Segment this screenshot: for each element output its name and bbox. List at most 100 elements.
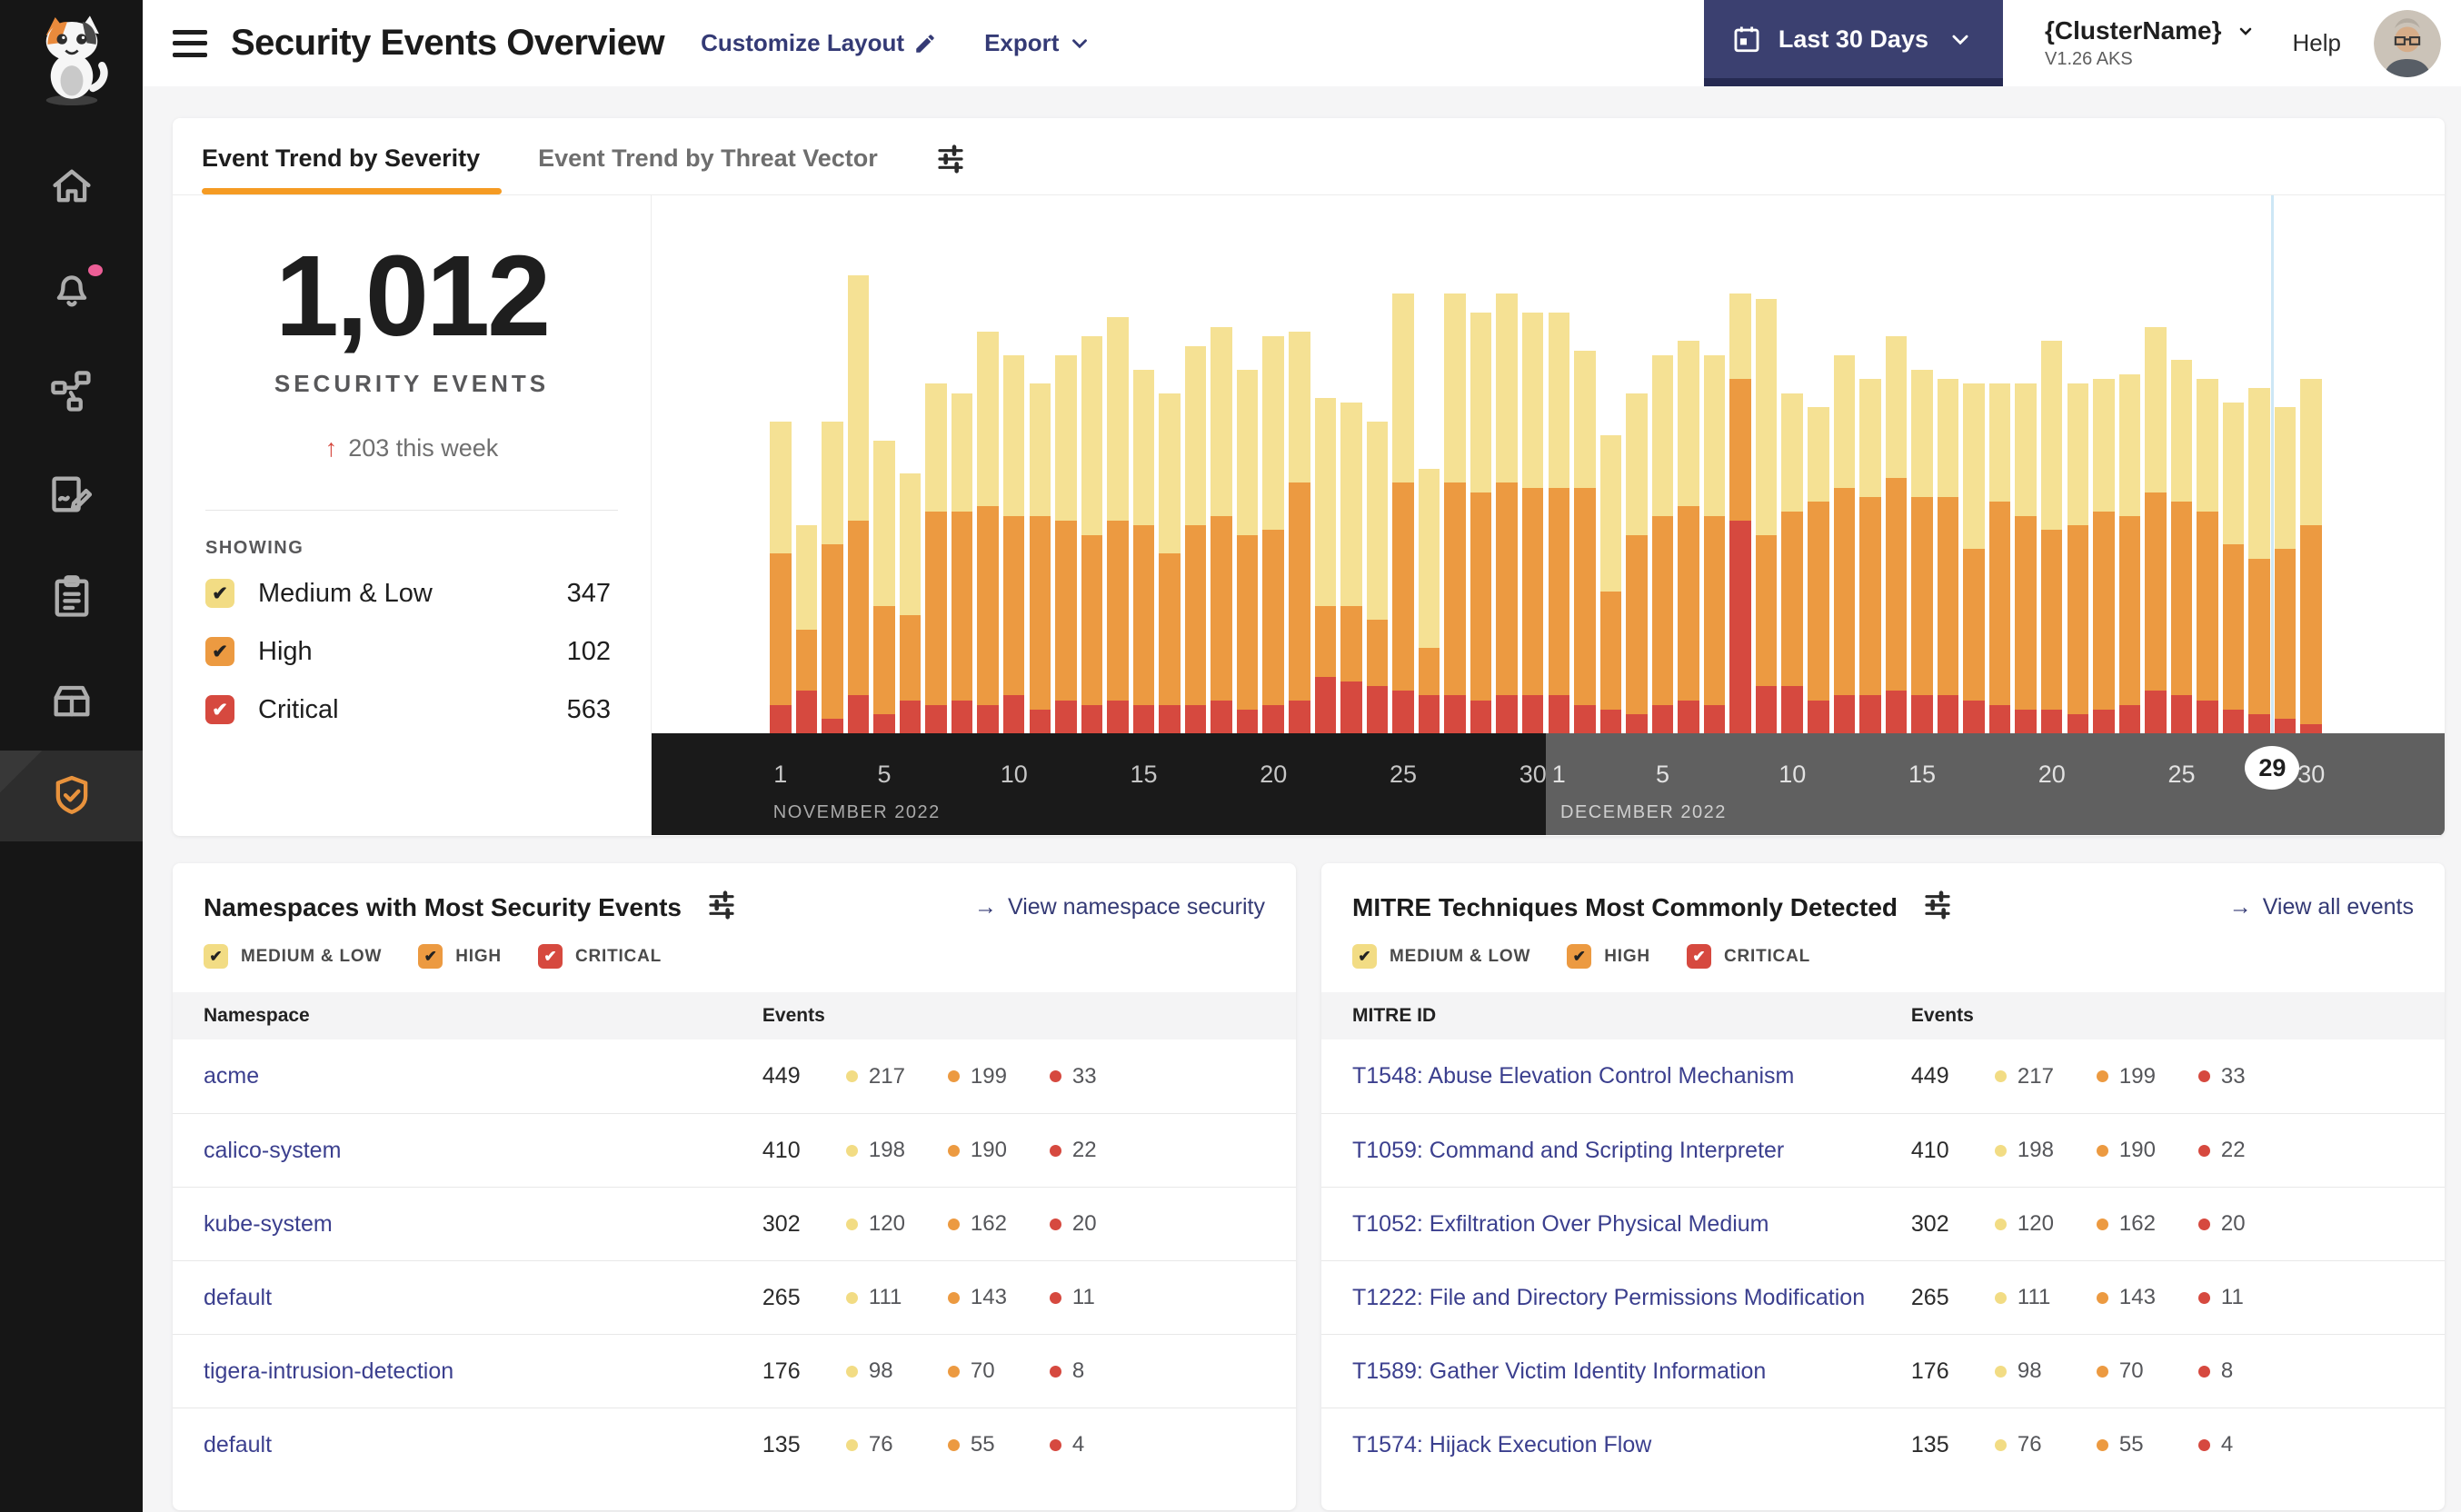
chart-bar[interactable] <box>1574 350 1596 733</box>
severity-checkbox[interactable]: ✔ <box>1352 944 1377 969</box>
chart-bar[interactable] <box>2222 403 2245 733</box>
chart-bar[interactable] <box>1729 293 1751 733</box>
chart-bar[interactable] <box>925 383 947 733</box>
chart-bar[interactable] <box>1963 383 1985 733</box>
sidebar-item-alerts[interactable] <box>0 237 143 340</box>
chart-bar[interactable] <box>1159 393 1181 733</box>
severity-checkbox[interactable]: ✔ <box>418 944 443 969</box>
chart-bar[interactable] <box>1626 393 1648 733</box>
chart-bar[interactable] <box>2170 360 2193 733</box>
sidebar-item-compliance[interactable] <box>0 545 143 648</box>
severity-checkbox[interactable]: ✔ <box>1686 944 1711 969</box>
chart-bar[interactable] <box>1392 293 1414 733</box>
severity-chip[interactable]: ✔ CRITICAL <box>537 944 662 969</box>
chart-bar[interactable] <box>1496 293 1518 733</box>
chart-bar[interactable] <box>899 473 922 733</box>
chart-bar[interactable] <box>1184 345 1207 733</box>
chart-bar[interactable] <box>1262 336 1284 733</box>
chart-bar[interactable] <box>1859 379 1881 733</box>
sidebar-item-policies[interactable] <box>0 443 143 545</box>
severity-checkbox[interactable]: ✔ <box>205 695 234 724</box>
view-namespace-security-link[interactable]: → View namespace security <box>974 894 1265 920</box>
row-link[interactable]: acme <box>173 1063 762 1089</box>
severity-chip[interactable]: ✔ HIGH <box>1567 944 1650 969</box>
row-link[interactable]: T1222: File and Directory Permissions Mo… <box>1321 1285 1911 1311</box>
severity-checkbox[interactable]: ✔ <box>205 579 234 608</box>
help-link[interactable]: Help <box>2293 29 2341 57</box>
chart-bar[interactable] <box>873 440 895 733</box>
chart-bar[interactable] <box>1029 383 1051 733</box>
sidebar-item-security-events[interactable] <box>0 751 143 841</box>
severity-chip[interactable]: ✔ CRITICAL <box>1686 944 1810 969</box>
row-link[interactable]: T1059: Command and Scripting Interpreter <box>1321 1138 1911 1164</box>
severity-checkbox[interactable]: ✔ <box>204 944 228 969</box>
chart-bar[interactable] <box>1314 397 1337 733</box>
chart-bar[interactable] <box>1755 298 1778 733</box>
chart-bar[interactable] <box>847 274 870 733</box>
chart-bar[interactable] <box>2067 383 2089 733</box>
chart-bar[interactable] <box>1808 407 1829 733</box>
cluster-selector[interactable]: {ClusterName} V1.26 AKS <box>2045 16 2257 70</box>
chart-bar[interactable] <box>822 421 843 733</box>
chart-bar[interactable] <box>977 332 999 733</box>
filter-sliders-icon[interactable] <box>707 890 736 924</box>
chart-bar[interactable] <box>2118 373 2141 733</box>
chart-bar[interactable] <box>1366 421 1389 733</box>
chart-bar[interactable] <box>1211 326 1232 733</box>
tab-event-trend-by-threat-vector[interactable]: Event Trend by Threat Vector <box>538 144 878 194</box>
view-all-events-link[interactable]: → View all events <box>2229 894 2414 920</box>
chart-bar[interactable] <box>1236 369 1259 733</box>
row-link[interactable]: tigera-intrusion-detection <box>173 1358 762 1385</box>
chart-bar[interactable] <box>1470 313 1492 733</box>
chart-bar[interactable] <box>1081 336 1103 733</box>
chart-bar[interactable] <box>1911 369 1933 733</box>
row-link[interactable]: T1052: Exfiltration Over Physical Medium <box>1321 1211 1911 1238</box>
row-link[interactable]: T1574: Hijack Execution Flow <box>1321 1432 1911 1458</box>
tab-event-trend-by-severity[interactable]: Event Trend by Severity <box>202 144 503 194</box>
chart-bar[interactable] <box>795 525 818 733</box>
chart-bar[interactable] <box>1055 355 1077 733</box>
severity-chip[interactable]: ✔ MEDIUM & LOW <box>204 944 382 969</box>
hamburger-menu-icon[interactable] <box>173 29 207 57</box>
chart-bar[interactable] <box>1289 332 1310 733</box>
severity-chip[interactable]: ✔ MEDIUM & LOW <box>1352 944 1530 969</box>
chart-bar[interactable] <box>1599 435 1622 733</box>
chart-bar[interactable] <box>1548 313 1570 733</box>
chart-bar[interactable] <box>1132 369 1155 733</box>
chart-bar[interactable] <box>2300 379 2322 733</box>
chart-bar[interactable] <box>2274 407 2297 733</box>
chart-bar[interactable] <box>1833 355 1856 733</box>
sidebar-item-catalog[interactable] <box>0 648 143 751</box>
chart-bar[interactable] <box>951 393 973 733</box>
chart-bar[interactable] <box>1002 355 1025 733</box>
customize-layout-button[interactable]: Customize Layout <box>701 29 937 57</box>
row-link[interactable]: T1589: Gather Victim Identity Informatio… <box>1321 1358 1911 1385</box>
trend-filter-sliders-icon[interactable] <box>936 144 965 178</box>
row-link[interactable]: kube-system <box>173 1211 762 1238</box>
chart-bar[interactable] <box>2015 383 2037 733</box>
chart-bar[interactable] <box>1937 379 1959 733</box>
severity-checkbox[interactable]: ✔ <box>205 637 234 666</box>
chart-bar[interactable] <box>1885 336 1908 733</box>
filter-sliders-icon[interactable] <box>1923 890 1952 924</box>
row-link[interactable]: default <box>173 1432 762 1458</box>
chart-bar[interactable] <box>1107 317 1129 733</box>
chart-bar[interactable] <box>2145 326 2167 733</box>
severity-checkbox[interactable]: ✔ <box>537 944 563 969</box>
chart-bar[interactable] <box>1340 403 1362 733</box>
chart-bar[interactable] <box>1678 341 1699 733</box>
chart-bar[interactable] <box>2093 379 2115 733</box>
row-link[interactable]: default <box>173 1285 762 1311</box>
chart-bar[interactable] <box>1521 313 1544 733</box>
chart-bar[interactable] <box>770 421 792 733</box>
chart-bar[interactable] <box>2040 341 2063 733</box>
calico-cat-logo[interactable] <box>26 13 117 106</box>
severity-chip[interactable]: ✔ HIGH <box>418 944 502 969</box>
user-avatar[interactable] <box>2374 9 2441 77</box>
chart-bar[interactable] <box>1418 468 1440 733</box>
sidebar-item-home[interactable] <box>0 134 143 237</box>
date-range-button[interactable]: Last 30 Days <box>1703 0 2003 86</box>
chart-bar[interactable] <box>1988 383 2011 733</box>
chart-bar[interactable] <box>1444 293 1466 733</box>
row-link[interactable]: T1548: Abuse Elevation Control Mechanism <box>1321 1063 1911 1089</box>
